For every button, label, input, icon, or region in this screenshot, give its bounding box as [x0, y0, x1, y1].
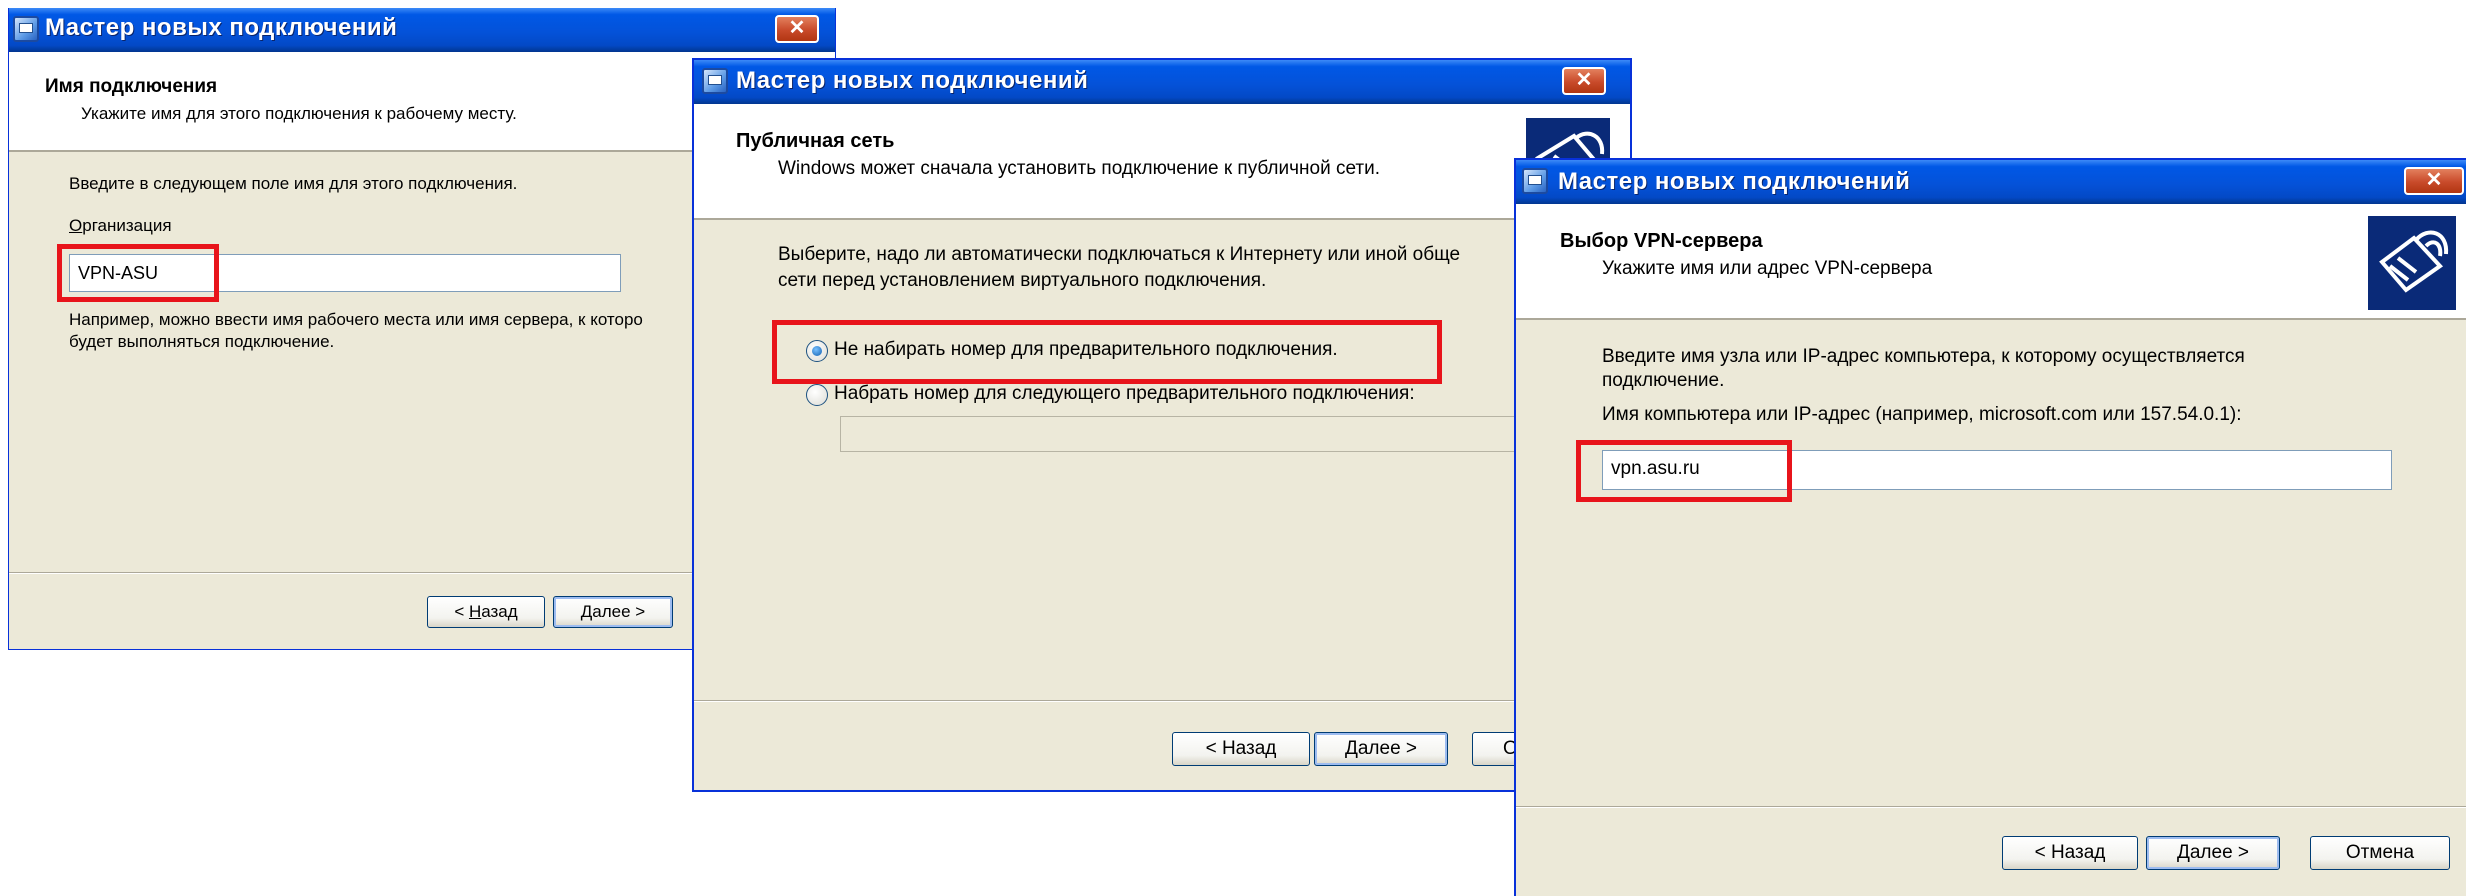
- header-subtitle: Windows может сначала установить подключ…: [778, 158, 1381, 179]
- header-title: Выбор VPN-сервера: [1560, 230, 1763, 252]
- cancel-button[interactable]: Отмена: [2310, 836, 2450, 870]
- next-accesskey: Д: [580, 602, 593, 621]
- instruction-line-2: подключение.: [1602, 370, 1725, 391]
- close-button[interactable]: ✕: [1562, 67, 1606, 95]
- back-button[interactable]: < Назад: [2002, 836, 2138, 870]
- field-label-rest: рганизация: [82, 216, 172, 235]
- dialog-public-network: Мастер новых подключений ✕ Публичная сет…: [692, 58, 1632, 792]
- title-bar[interactable]: Мастер новых подключений ✕: [694, 60, 1630, 104]
- dialog-vpn-server: Мастер новых подключений ✕ Выбор VPN-сер…: [1514, 158, 2466, 896]
- organization-input[interactable]: VPN-ASU: [69, 254, 621, 292]
- instruction-line-1: Введите имя узла или IP-адрес компьютера…: [1602, 346, 2245, 367]
- window-title: Мастер новых подключений: [45, 14, 398, 41]
- instruction-line-1: Выберите, надо ли автоматически подключа…: [778, 244, 1461, 265]
- option-no-dial-label[interactable]: Не набирать номер для предварительного п…: [834, 339, 1338, 361]
- back-button[interactable]: < Назад: [427, 596, 545, 628]
- back-button[interactable]: < Назад: [1172, 732, 1310, 766]
- field-label-accesskey: О: [69, 216, 83, 235]
- wizard-app-icon: [702, 68, 728, 94]
- footer-separator: [1516, 806, 2466, 808]
- wizard-app-icon: [13, 16, 39, 42]
- header-subtitle: Укажите имя или адрес VPN-сервера: [1602, 258, 1933, 279]
- header-title: Имя подключения: [45, 76, 218, 97]
- close-button[interactable]: ✕: [775, 15, 819, 43]
- vpn-wizard-icon: [2368, 216, 2456, 310]
- wizard-app-icon: [1522, 168, 1548, 194]
- next-button[interactable]: Далее >: [2146, 836, 2280, 870]
- instruction-line-2: сети перед установлением виртуального по…: [778, 270, 1267, 291]
- next-rest: алее >: [592, 602, 646, 621]
- hint-line-1: Например, можно ввести имя рабочего мест…: [69, 310, 643, 329]
- vpn-host-input[interactable]: vpn.asu.ru: [1602, 450, 2392, 490]
- next-button[interactable]: Далее >: [553, 596, 673, 628]
- footer-separator: [694, 700, 1630, 702]
- close-button[interactable]: ✕: [2404, 167, 2464, 195]
- option-dial-label[interactable]: Набрать номер для следующего предварител…: [834, 383, 1415, 405]
- header-title: Публичная сеть: [736, 130, 895, 152]
- next-button[interactable]: Далее >: [1314, 732, 1448, 766]
- window-title: Мастер новых подключений: [736, 67, 1089, 94]
- wizard-header: Выбор VPN-сервера Укажите имя или адрес …: [1516, 204, 2466, 320]
- wizard-header: Публичная сеть Windows может сначала уст…: [694, 104, 1630, 220]
- radio-no-dial[interactable]: [806, 340, 828, 362]
- title-bar[interactable]: Мастер новых подключений ✕: [9, 8, 835, 52]
- back-prefix: <: [454, 602, 469, 621]
- hint-line-2: будет выполняться подключение.: [69, 332, 335, 351]
- back-rest: азад: [481, 602, 518, 621]
- field-label: Имя компьютера или IP-адрес (например, m…: [1602, 404, 2242, 425]
- radio-dial[interactable]: [806, 384, 828, 406]
- window-title: Мастер новых подключений: [1558, 168, 1911, 195]
- back-accesskey: Н: [468, 602, 482, 621]
- field-label: Организация: [69, 216, 172, 236]
- title-bar[interactable]: Мастер новых подключений ✕: [1516, 160, 2466, 204]
- instruction-text: Введите в следующем поле имя для этого п…: [69, 174, 518, 193]
- header-subtitle: Укажите имя для этого подключения к рабо…: [81, 104, 517, 123]
